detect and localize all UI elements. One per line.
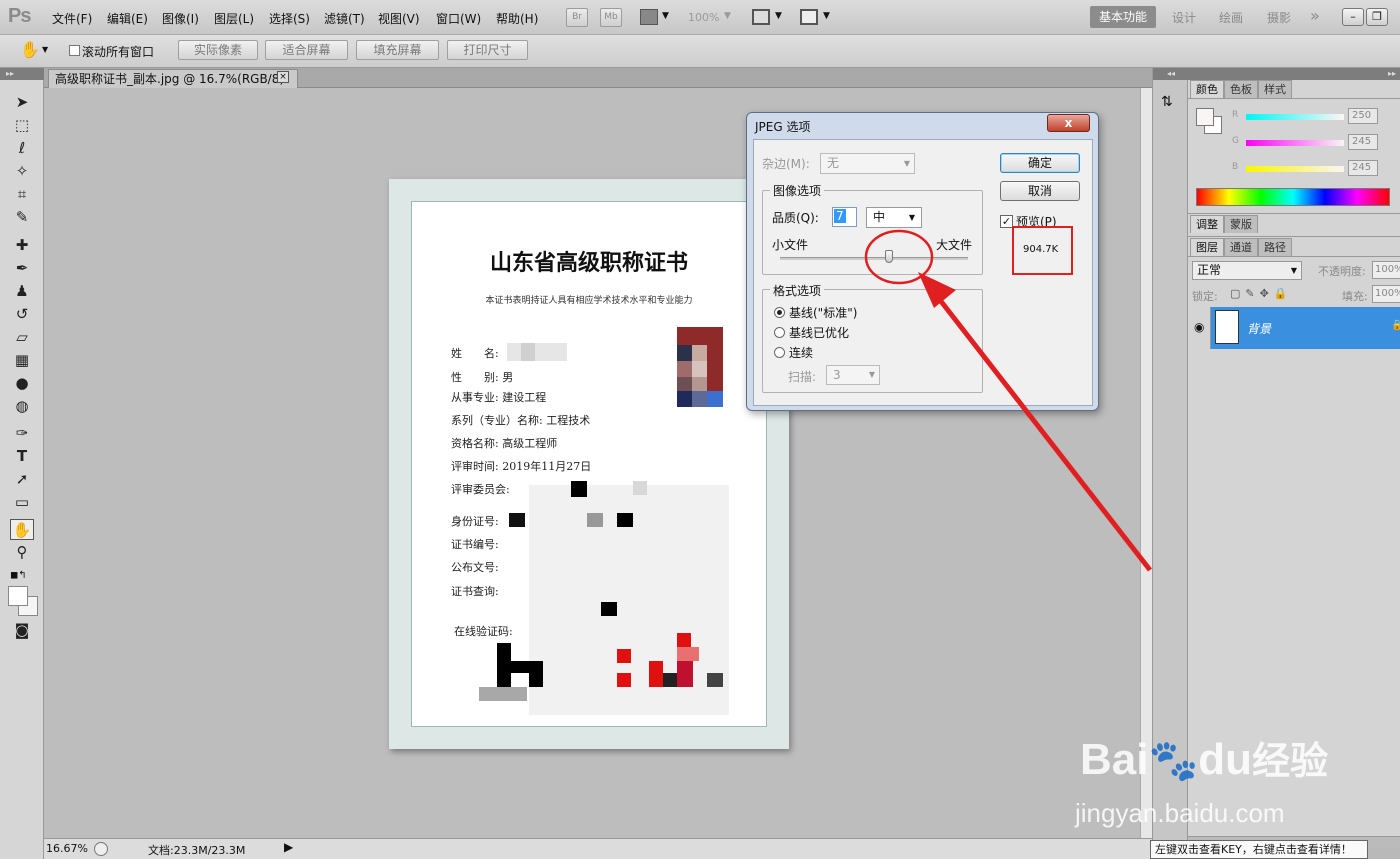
tab-layers[interactable]: 图层 bbox=[1190, 238, 1224, 256]
panels-collapse-icon[interactable]: ▸▸ bbox=[1188, 68, 1400, 80]
watermark-du: du bbox=[1198, 735, 1253, 784]
file-size-highlight-box bbox=[1012, 226, 1073, 275]
tab-paths[interactable]: 路径 bbox=[1258, 238, 1292, 256]
tooltip: 左键双击查看KEY，右键点击查看详情！ bbox=[1150, 840, 1368, 859]
lock-icons[interactable]: ▢✎✥🔒 bbox=[1230, 287, 1293, 300]
layer-row-background[interactable]: 👁 ◉ 背景 🔒 bbox=[1189, 307, 1400, 349]
baidu-watermark: Bai🐾du经验 bbox=[1080, 730, 1328, 785]
channel-r-label: R bbox=[1232, 110, 1239, 120]
layers-panel: 图层 通道 路径 正常 ▼ 不透明度: 100% 锁定: ▢✎✥🔒 填充: 10… bbox=[1188, 236, 1400, 306]
visibility-column: ◉ bbox=[1189, 307, 1211, 349]
channel-b-slider[interactable] bbox=[1246, 166, 1344, 172]
adjustments-panel: 调整 蒙版 bbox=[1188, 213, 1400, 233]
blend-mode-select[interactable]: 正常 ▼ bbox=[1192, 261, 1302, 280]
opacity-label: 不透明度: bbox=[1318, 265, 1366, 278]
tab-divider bbox=[1188, 98, 1400, 99]
eye-icon[interactable]: ◉ bbox=[1194, 320, 1204, 334]
color-panel: 颜色 色板 样式 R 250 G 245 B 245 bbox=[1188, 80, 1400, 210]
foreground-color-swatch[interactable] bbox=[8, 586, 28, 606]
color-spectrum-bar[interactable] bbox=[1196, 188, 1390, 206]
tab-swatches[interactable]: 色板 bbox=[1224, 80, 1258, 98]
tab-color[interactable]: 颜色 bbox=[1190, 80, 1224, 98]
layer-name[interactable]: 背景 bbox=[1247, 320, 1271, 337]
annotation-arrow-line bbox=[938, 298, 1152, 572]
tab-adjustments[interactable]: 调整 bbox=[1190, 215, 1224, 233]
lock-label: 锁定: bbox=[1192, 290, 1218, 303]
dock-collapse-icon[interactable]: ◂◂ bbox=[1153, 68, 1189, 80]
channel-g-slider[interactable] bbox=[1246, 140, 1344, 146]
channel-g-value[interactable]: 245 bbox=[1348, 134, 1378, 150]
opacity-value[interactable]: 100% bbox=[1372, 261, 1400, 279]
channel-r-value[interactable]: 250 bbox=[1348, 108, 1378, 124]
chevron-down-icon: ▼ bbox=[1290, 266, 1297, 275]
panel-foreground-swatch[interactable] bbox=[1196, 108, 1214, 126]
lock-icon: 🔒 bbox=[1391, 320, 1400, 331]
paw-logo: 🐾 bbox=[1148, 739, 1199, 783]
blend-mode-value: 正常 bbox=[1197, 263, 1222, 277]
channel-g-label: G bbox=[1232, 136, 1239, 146]
tab-divider bbox=[1188, 256, 1400, 257]
history-panel-icon[interactable]: ⇅ bbox=[1161, 94, 1173, 110]
fill-label: 填充: bbox=[1342, 290, 1368, 303]
watermark-brand: Bai bbox=[1080, 735, 1149, 784]
tab-channels[interactable]: 通道 bbox=[1224, 238, 1258, 256]
channel-b-label: B bbox=[1232, 162, 1239, 172]
tab-styles[interactable]: 样式 bbox=[1258, 80, 1292, 98]
watermark-jingyan: 经验 bbox=[1252, 741, 1329, 783]
channel-r-slider[interactable] bbox=[1246, 114, 1344, 120]
layer-thumbnail bbox=[1215, 310, 1239, 344]
watermark-url: jingyan.baidu.com bbox=[1075, 798, 1285, 828]
fill-value[interactable]: 100% bbox=[1372, 285, 1400, 303]
annotation-arrow-head bbox=[918, 272, 956, 308]
channel-b-value[interactable]: 245 bbox=[1348, 160, 1378, 176]
tab-masks[interactable]: 蒙版 bbox=[1224, 215, 1258, 233]
